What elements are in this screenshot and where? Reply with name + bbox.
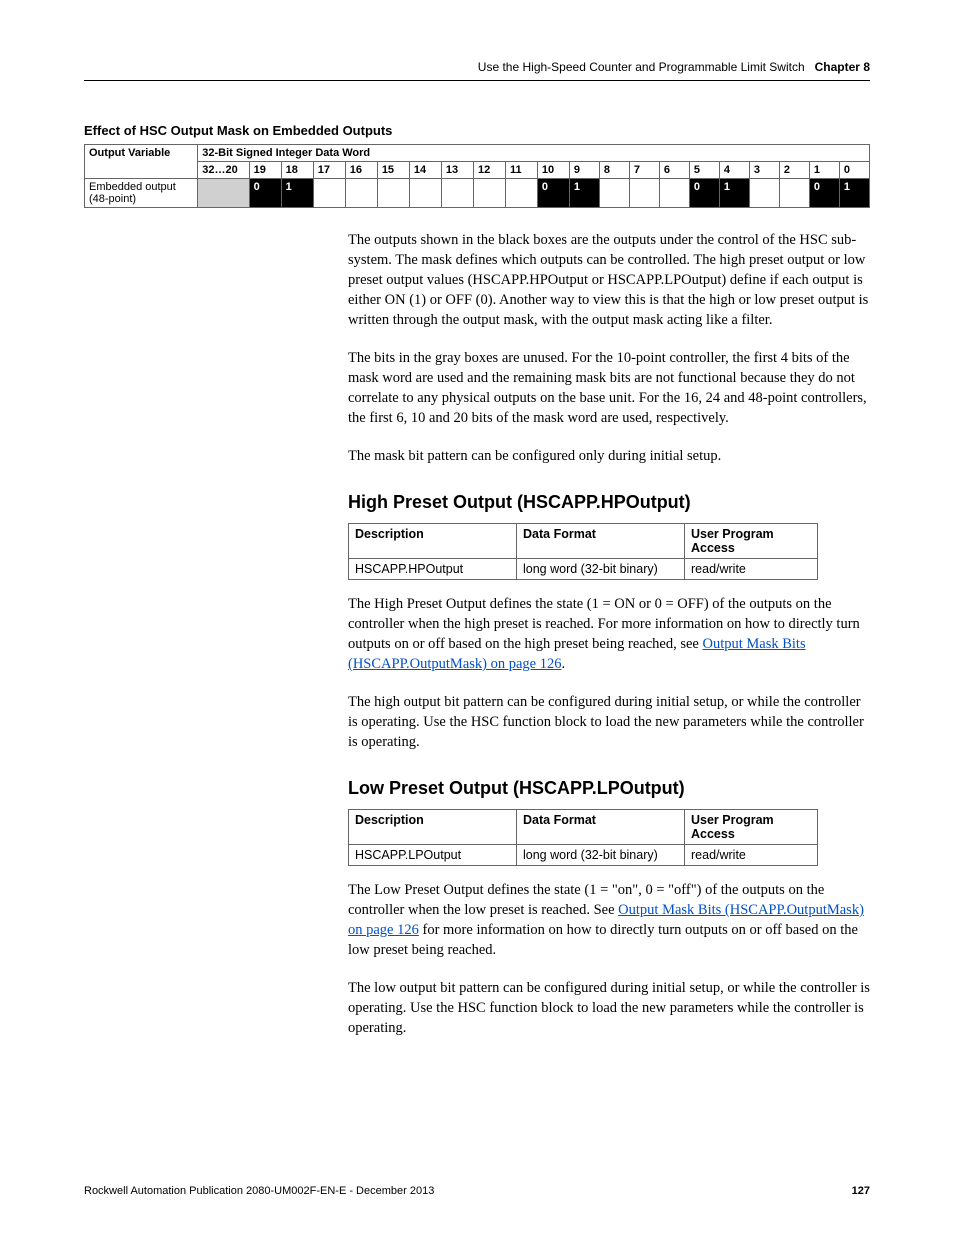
hp-para-2: The high output bit pattern can be confi…: [348, 692, 870, 752]
hp-table: Description Data Format User Program Acc…: [348, 523, 818, 580]
bit-header: 15: [377, 162, 409, 179]
bit-cell: [473, 179, 505, 208]
bit-cell: [599, 179, 629, 208]
hp-td1: HSCAPP.HPOutput: [349, 559, 517, 580]
bit-cell: 1: [569, 179, 599, 208]
mask-effect-table: Output Variable 32-Bit Signed Integer Da…: [84, 144, 870, 208]
bit-cell: [198, 179, 249, 208]
paragraph-1: The outputs shown in the black boxes are…: [348, 230, 870, 330]
bit-header: 11: [506, 162, 538, 179]
lp-td3: read/write: [685, 845, 818, 866]
bit-header: 1: [809, 162, 839, 179]
bit-header: 19: [249, 162, 281, 179]
bit-cell: [506, 179, 538, 208]
bit-cell: 0: [537, 179, 569, 208]
lp-td2: long word (32-bit binary): [517, 845, 685, 866]
bit-cell: 1: [719, 179, 749, 208]
header-rule: [84, 80, 870, 81]
bit-header: 8: [599, 162, 629, 179]
bit-header: 12: [473, 162, 505, 179]
bit-header: 9: [569, 162, 599, 179]
bit-header: 2: [779, 162, 809, 179]
hp-heading: High Preset Output (HSCAPP.HPOutput): [348, 492, 870, 513]
hp-para-1: The High Preset Output defines the state…: [348, 594, 870, 674]
footer-page: 127: [852, 1185, 870, 1197]
outvar-header: Output Variable: [85, 145, 198, 179]
dataword-header: 32-Bit Signed Integer Data Word: [198, 145, 870, 162]
footer-pub: Rockwell Automation Publication 2080-UM0…: [84, 1185, 434, 1197]
hp-th3: User Program Access: [685, 524, 818, 559]
bit-cell: [313, 179, 345, 208]
bit-header: 10: [537, 162, 569, 179]
bit-cell: [659, 179, 689, 208]
hp-td2: long word (32-bit binary): [517, 559, 685, 580]
bit-cell: [629, 179, 659, 208]
bit-header: 32…20: [198, 162, 249, 179]
lp-table: Description Data Format User Program Acc…: [348, 809, 818, 866]
lp-th3: User Program Access: [685, 810, 818, 845]
bit-cell: 1: [281, 179, 313, 208]
bit-cell: 0: [809, 179, 839, 208]
running-header: Use the High-Speed Counter and Programma…: [84, 60, 870, 74]
paragraph-3: The mask bit pattern can be configured o…: [348, 446, 870, 466]
bit-header: 7: [629, 162, 659, 179]
header-chapter: Chapter 8: [815, 60, 870, 74]
bit-header: 18: [281, 162, 313, 179]
lp-th1: Description: [349, 810, 517, 845]
lp-para-2: The low output bit pattern can be config…: [348, 978, 870, 1038]
bit-cell: [409, 179, 441, 208]
bit-cell: 0: [249, 179, 281, 208]
hp-td3: read/write: [685, 559, 818, 580]
bit-cell: 1: [839, 179, 869, 208]
bit-header: 4: [719, 162, 749, 179]
bit-cell: 0: [689, 179, 719, 208]
top-table-title: Effect of HSC Output Mask on Embedded Ou…: [84, 123, 870, 138]
bit-cell: [345, 179, 377, 208]
bit-cell: [779, 179, 809, 208]
bit-cell: [749, 179, 779, 208]
bit-header: 14: [409, 162, 441, 179]
bit-header: 16: [345, 162, 377, 179]
bit-header: 13: [441, 162, 473, 179]
bit-header: 5: [689, 162, 719, 179]
bit-cell: [377, 179, 409, 208]
page-footer: Rockwell Automation Publication 2080-UM0…: [84, 1185, 870, 1197]
lp-th2: Data Format: [517, 810, 685, 845]
lp-td1: HSCAPP.LPOutput: [349, 845, 517, 866]
hp-th1: Description: [349, 524, 517, 559]
lp-para-1: The Low Preset Output defines the state …: [348, 880, 870, 960]
hp-th2: Data Format: [517, 524, 685, 559]
bit-header: 17: [313, 162, 345, 179]
header-text: Use the High-Speed Counter and Programma…: [478, 60, 805, 74]
paragraph-2: The bits in the gray boxes are unused. F…: [348, 348, 870, 428]
row-label: Embedded output (48-point): [85, 179, 198, 208]
bit-header: 3: [749, 162, 779, 179]
lp-heading: Low Preset Output (HSCAPP.LPOutput): [348, 778, 870, 799]
bit-header: 6: [659, 162, 689, 179]
bit-cell: [441, 179, 473, 208]
bit-header: 0: [839, 162, 869, 179]
